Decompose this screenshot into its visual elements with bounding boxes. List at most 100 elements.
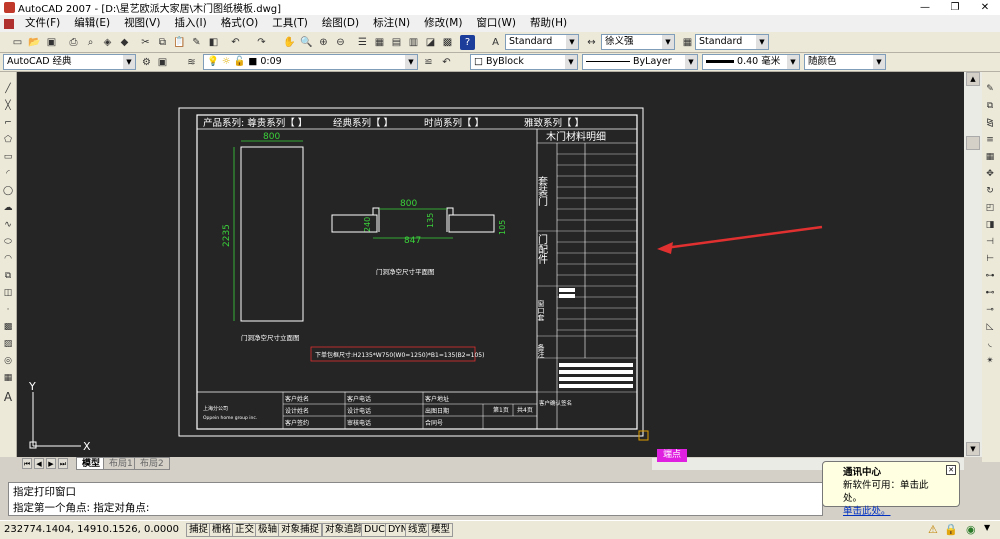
insert-block-icon[interactable]: ⧉ [1, 269, 15, 283]
scroll-down-icon[interactable]: ▼ [966, 442, 980, 456]
make-block-icon[interactable]: ◫ [1, 286, 15, 300]
workspace-select[interactable]: AutoCAD 经典 ▼ [3, 54, 136, 70]
osnap-toggle[interactable]: 对象捕捉 [278, 523, 323, 537]
3d-dwf-icon[interactable]: ◆ [117, 35, 132, 50]
hatch-icon[interactable]: ▩ [1, 320, 15, 334]
polar-toggle[interactable]: 极轴 [255, 523, 281, 537]
spline-icon[interactable]: ∿ [1, 218, 15, 232]
join-icon[interactable]: ⊸ [983, 303, 997, 317]
chamfer-icon[interactable]: ◺ [983, 320, 997, 334]
menu-dimension[interactable]: 标注(N) [366, 15, 417, 32]
move-icon[interactable]: ✥ [983, 167, 997, 181]
menu-format[interactable]: 格式(O) [214, 15, 265, 32]
rectangle-icon[interactable]: ▭ [1, 150, 15, 164]
tab-model[interactable]: 模型 [76, 457, 107, 470]
color-select[interactable]: □ ByBlock ▼ [470, 54, 578, 70]
match-properties-icon[interactable]: ✎ [189, 35, 204, 50]
warning-icon[interactable]: ⚠ [928, 523, 938, 536]
offset-icon[interactable]: ≡ [983, 133, 997, 147]
array-icon[interactable]: ▦ [983, 150, 997, 164]
close-button[interactable]: ✕ [970, 0, 1000, 15]
model-toggle[interactable]: 模型 [428, 523, 454, 537]
table-style-select[interactable]: Standard ▼ [695, 34, 769, 50]
layer-previous-icon[interactable]: ↶ [439, 55, 454, 70]
scroll-thumb[interactable] [966, 136, 980, 150]
linetype-select[interactable]: ByLayer ▼ [582, 54, 698, 70]
plotstyle-select[interactable]: 随颜色 ▼ [804, 54, 886, 70]
copy-icon[interactable]: ⧉ [155, 35, 170, 50]
ellipse-icon[interactable]: ⬭ [1, 235, 15, 249]
menu-file[interactable]: 文件(F) [18, 15, 67, 32]
tool-palettes-icon[interactable]: ▤ [389, 35, 404, 50]
balloon-link[interactable]: 单击此处。 [843, 505, 945, 518]
maximize-button[interactable]: ❐ [940, 0, 970, 15]
grid-toggle[interactable]: 栅格 [209, 523, 235, 537]
paste-icon[interactable]: 📋 [172, 35, 187, 50]
minimize-button[interactable]: — [910, 0, 940, 15]
menu-insert[interactable]: 插入(I) [167, 15, 213, 32]
ortho-toggle[interactable]: 正交 [232, 523, 258, 537]
redo-icon[interactable]: ↷ [254, 35, 269, 50]
make-object-layer-current-icon[interactable]: ≌ [421, 55, 436, 70]
snap-toggle[interactable]: 捕捉 [186, 523, 212, 537]
text-style-select[interactable]: Standard ▼ [505, 34, 579, 50]
print-preview-icon[interactable]: ⌕ [83, 35, 98, 50]
gradient-icon[interactable]: ▨ [1, 337, 15, 351]
lineweight-select[interactable]: 0.40 毫米 ▼ [702, 54, 800, 70]
open-file-icon[interactable]: 📂 [27, 35, 42, 50]
otrack-toggle[interactable]: 对象追踪 [322, 523, 367, 537]
point-icon[interactable]: · [1, 303, 15, 317]
revision-cloud-icon[interactable]: ☁ [1, 201, 15, 215]
command-window[interactable]: 指定打印窗口 指定第一个角点: 指定对角点: [8, 482, 823, 516]
circle-icon[interactable]: ◯ [1, 184, 15, 198]
menu-modify[interactable]: 修改(M) [417, 15, 469, 32]
drawing-canvas[interactable]: 产品系列: 尊贵系列【 】 经典系列【 】 时尚系列【 】 雅致系列【 】 木门… [17, 72, 964, 457]
erase-icon[interactable]: ✎ [983, 82, 997, 96]
zoom-window-icon[interactable]: ⊕ [316, 35, 331, 50]
communication-center-icon[interactable]: ◉ [966, 523, 976, 536]
explode-icon[interactable]: ✴ [983, 354, 997, 368]
zoom-previous-icon[interactable]: ⊖ [333, 35, 348, 50]
line-icon[interactable]: ╱ [1, 82, 15, 96]
mirror-icon[interactable]: ⧎ [983, 116, 997, 130]
dim-style-icon[interactable]: ↔ [584, 35, 599, 50]
tab-layout2[interactable]: 布局2 [134, 457, 170, 470]
lock-toolbar-icon[interactable]: 🔒 [944, 523, 958, 536]
last-tab-icon[interactable]: ⏭ [58, 458, 68, 469]
properties-icon[interactable]: ☰ [355, 35, 370, 50]
ellipse-arc-icon[interactable]: ◠ [1, 252, 15, 266]
fillet-icon[interactable]: ◟ [983, 337, 997, 351]
break-icon[interactable]: ⊷ [983, 286, 997, 300]
next-tab-icon[interactable]: ▶ [46, 458, 56, 469]
menu-edit[interactable]: 编辑(E) [67, 15, 117, 32]
help-icon[interactable]: ? [460, 35, 475, 50]
workspace-settings-icon[interactable]: ⚙ [139, 55, 154, 70]
rotate-icon[interactable]: ↻ [983, 184, 997, 198]
break-at-point-icon[interactable]: ⊶ [983, 269, 997, 283]
stretch-icon[interactable]: ◨ [983, 218, 997, 232]
status-menu-icon[interactable]: ▼ [984, 523, 990, 532]
print-icon[interactable]: ⎙ [66, 35, 81, 50]
save-icon[interactable]: ▣ [44, 35, 59, 50]
block-editor-icon[interactable]: ◧ [206, 35, 221, 50]
polyline-icon[interactable]: ⌐ [1, 116, 15, 130]
document-icon[interactable] [4, 18, 14, 29]
cut-icon[interactable]: ✂ [138, 35, 153, 50]
first-tab-icon[interactable]: ⏮ [22, 458, 32, 469]
layer-manager-icon[interactable]: ≋ [184, 55, 199, 70]
vertical-scrollbar[interactable]: ▲ ▼ [964, 72, 982, 457]
layer-select[interactable]: 💡 ☼ 🔓 ■ 0:09 ▼ [203, 54, 418, 70]
table-icon[interactable]: ▦ [1, 371, 15, 385]
polygon-icon[interactable]: ⬠ [1, 133, 15, 147]
sheet-set-icon[interactable]: ▥ [406, 35, 421, 50]
menu-draw[interactable]: 绘图(D) [315, 15, 366, 32]
prev-tab-icon[interactable]: ◀ [34, 458, 44, 469]
copy-object-icon[interactable]: ⧉ [983, 99, 997, 113]
table-style-icon[interactable]: ▦ [680, 35, 695, 50]
scale-icon[interactable]: ◰ [983, 201, 997, 215]
workspace-save-icon[interactable]: ▣ [155, 55, 170, 70]
text-style-icon[interactable]: A [488, 35, 503, 50]
scroll-up-icon[interactable]: ▲ [966, 72, 980, 86]
dim-style-select[interactable]: 徐义强 ▼ [601, 34, 675, 50]
menu-window[interactable]: 窗口(W) [469, 15, 523, 32]
